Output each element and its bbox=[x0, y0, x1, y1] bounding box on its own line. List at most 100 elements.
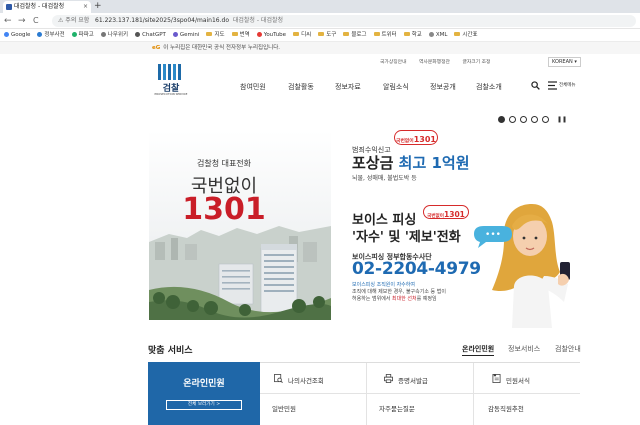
service-label: 일반민원 bbox=[272, 405, 296, 413]
folder-icon bbox=[231, 32, 238, 36]
browser-tab-strip: 대검찰청 - 대검찰청 × + bbox=[0, 0, 640, 13]
service-general-civil[interactable]: 일반민원 bbox=[260, 394, 367, 425]
custom-services-title: 맞춤 서비스 bbox=[148, 346, 193, 356]
back-button[interactable]: ← bbox=[4, 15, 12, 27]
bookmark-item[interactable]: 정부사전 bbox=[37, 29, 65, 41]
bookmark-label: 시간표 bbox=[462, 32, 478, 38]
bookmark-favicon-icon bbox=[135, 31, 141, 37]
slider-pause-icon[interactable]: ❚❚ bbox=[557, 116, 567, 123]
hero-left-caption: 검찰청 대표전화 bbox=[196, 159, 252, 168]
browser-tab[interactable]: 대검찰청 - 대검찰청 × bbox=[3, 1, 91, 13]
voicephishing-title-line2: '자수' 및 '제보'전화 bbox=[352, 230, 461, 245]
service-label: 감동직원추천 bbox=[488, 405, 524, 413]
online-civil-title: 온라인민원 bbox=[183, 379, 225, 389]
reward-amount: 최고 1억원 bbox=[398, 154, 470, 172]
bookmark-item[interactable]: 지도 bbox=[206, 29, 225, 41]
voicephishing-note-line3: 허용하는 범위에서 최대한 선처를 예정임 bbox=[352, 295, 437, 302]
printer-icon bbox=[384, 374, 393, 383]
new-tab-button[interactable]: + bbox=[94, 0, 102, 12]
search-icon[interactable] bbox=[531, 81, 540, 90]
nav-item-resources[interactable]: 정보자료 bbox=[335, 82, 361, 92]
reward-headline[interactable]: 포상금 최고 1억원 bbox=[352, 152, 470, 173]
site-favicon-icon bbox=[6, 4, 12, 10]
reward-label: 포상금 bbox=[352, 154, 394, 172]
util-link-history[interactable]: 역사문화행정관 bbox=[419, 60, 450, 65]
service-label: 자주묻는질문 bbox=[379, 405, 415, 413]
bookmark-label: XML bbox=[435, 32, 448, 38]
nav-item-disclosure[interactable]: 정보공개 bbox=[430, 82, 456, 92]
hamburger-menu-icon[interactable] bbox=[548, 81, 558, 90]
bookmark-item[interactable]: 나무위키 bbox=[100, 29, 129, 41]
note-post: 를 예정임 bbox=[416, 296, 437, 302]
site-logo[interactable]: 검찰 PROSECUTION SERVICE bbox=[154, 64, 188, 100]
nav-item-news[interactable]: 알림소식 bbox=[383, 82, 409, 92]
gov-official-banner: eG 이 누리집은 대한민국 공식 전자정부 누리집입니다. bbox=[0, 42, 640, 54]
service-label: 나의사건조회 bbox=[288, 377, 324, 385]
folder-icon bbox=[373, 32, 380, 36]
voicephishing-phone[interactable]: 02-2204-4979 bbox=[352, 259, 481, 279]
service-staff-recommend[interactable]: 감동직원추천 bbox=[474, 394, 580, 425]
hotline-badge-top: 국번없이1301 bbox=[394, 130, 438, 145]
nav-item-activities[interactable]: 검찰활동 bbox=[288, 82, 314, 92]
util-link-fontsize[interactable]: 글자크기 조정 bbox=[462, 60, 490, 65]
bookmark-favicon-icon bbox=[428, 31, 434, 37]
badge-number: 1301 bbox=[444, 210, 465, 219]
logo-subtitle: PROSECUTION SERVICE bbox=[154, 92, 188, 96]
form-icon bbox=[492, 374, 501, 383]
bookmark-item[interactable]: Google bbox=[4, 29, 30, 41]
folder-icon bbox=[343, 32, 350, 36]
service-case-search[interactable]: 나의사건조회 bbox=[260, 363, 367, 394]
slider-dot[interactable] bbox=[542, 116, 549, 123]
voicephishing-note-line1: 보이스피싱 조직원이 자수하여 bbox=[352, 282, 415, 288]
tab-online-civil[interactable]: 온라인민원 bbox=[462, 344, 495, 356]
bookmark-item[interactable]: XML bbox=[428, 29, 448, 41]
nav-item-participation[interactable]: 참여민원 bbox=[240, 82, 266, 92]
tab-info-service[interactable]: 정보서비스 bbox=[508, 344, 540, 354]
bookmark-item[interactable]: 트위터 bbox=[373, 29, 397, 41]
bookmark-item[interactable]: 시간표 bbox=[454, 29, 478, 41]
slider-dot[interactable] bbox=[520, 116, 527, 123]
bookmark-label: 나무위키 bbox=[107, 32, 129, 38]
service-forms[interactable]: 민원서식 bbox=[474, 363, 580, 394]
bookmark-label: 정부사전 bbox=[44, 32, 65, 38]
util-link-symbols[interactable]: 국가상징안내 bbox=[380, 60, 406, 65]
bookmark-item[interactable]: 파파고 bbox=[71, 29, 94, 41]
nav-item-about[interactable]: 검찰소개 bbox=[476, 82, 502, 92]
view-all-button[interactable]: 전체 보러가기 > bbox=[166, 400, 242, 410]
service-faq[interactable]: 자주묻는질문 bbox=[367, 394, 474, 425]
url-input[interactable]: ⚠ 주의 요함 61.223.137.181/site2025/3spo04/m… bbox=[52, 15, 636, 27]
bookmark-item[interactable]: 블로그 bbox=[343, 29, 367, 41]
hotline-badge-voicephishing: 국번없이1301 bbox=[423, 205, 469, 219]
language-select[interactable]: KOREAN ▾ bbox=[548, 57, 581, 67]
slider-dot[interactable] bbox=[509, 116, 516, 123]
service-certificate[interactable]: 증명서발급 bbox=[367, 363, 474, 394]
reload-button[interactable]: C bbox=[33, 15, 39, 27]
bookmark-item[interactable]: 번역 bbox=[231, 29, 250, 41]
bookmarks-bar: Google 정부사전 파파고 나무위키 ChatGPT Gemini 지도 번역 YouTub… bbox=[0, 29, 640, 42]
tab-prosecution-guide[interactable]: 검찰안내 bbox=[555, 344, 581, 354]
bookmark-item[interactable]: ChatGPT bbox=[135, 29, 166, 41]
bookmark-item[interactable]: 학교 bbox=[403, 29, 422, 41]
security-label: 주의 요함 bbox=[65, 17, 90, 24]
bookmark-item[interactable]: YouTube bbox=[256, 29, 286, 41]
hero-left-number: 1301 bbox=[182, 192, 266, 227]
badge-prefix: 국번없이 bbox=[396, 139, 414, 144]
service-label: 민원서식 bbox=[506, 377, 530, 385]
bookmark-item[interactable]: 디씨 bbox=[293, 29, 311, 41]
reward-subtitle: 뇌물, 성매매, 불법도박 등 bbox=[352, 175, 417, 182]
folder-icon bbox=[318, 32, 325, 36]
tab-close-icon[interactable]: × bbox=[83, 1, 88, 13]
case-search-icon bbox=[274, 374, 283, 383]
note-highlight: 최대한 선처 bbox=[391, 296, 417, 302]
bookmark-item[interactable]: Gemini bbox=[172, 29, 199, 41]
full-menu-label[interactable]: 전체메뉴 bbox=[559, 82, 576, 88]
badge-prefix: 국번없이 bbox=[427, 214, 445, 219]
forward-button[interactable]: → bbox=[18, 15, 26, 27]
url-page-title: 대검찰청 - 대검찰청 bbox=[232, 17, 283, 24]
bookmark-item[interactable]: 도구 bbox=[318, 29, 336, 41]
hero-banner-left[interactable]: 검찰청 대표전화 국번없이 1301 bbox=[149, 130, 331, 320]
slider-dot[interactable] bbox=[498, 116, 505, 123]
gov-banner-text: 이 누리집은 대한민국 공식 전자정부 누리집입니다. bbox=[163, 45, 281, 51]
bookmark-favicon-icon bbox=[4, 31, 9, 37]
slider-dot[interactable] bbox=[531, 116, 538, 123]
